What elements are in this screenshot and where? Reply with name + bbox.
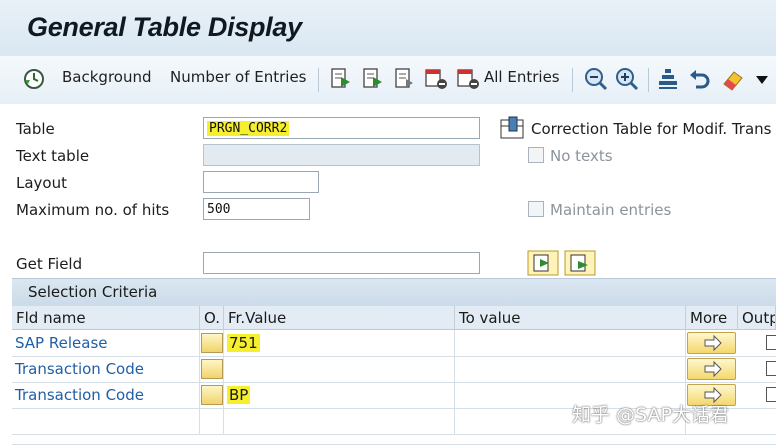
no-texts-label: No texts [550,147,613,165]
title-bar: General Table Display [0,0,776,57]
table-description: Correction Table for Modif. Trans [531,120,772,138]
toolbar-separator [318,68,319,92]
max-hits-input[interactable]: 500 [203,198,310,220]
to-value-cell[interactable] [455,330,686,356]
more-arrow-button[interactable] [687,358,736,380]
column-header-to-value[interactable]: To value [455,306,686,330]
max-hits-value: 500 [207,202,231,217]
table-input[interactable]: PRGN_CORR2 [203,117,480,139]
get-field-label: Get Field [16,255,83,273]
column-header-from-value[interactable]: Fr.Value [224,306,455,330]
table-row: Transaction Code [12,356,776,383]
delete-row-icon[interactable] [424,67,448,91]
text-table-label: Text table [16,147,90,165]
column-header-fld-name[interactable]: Fld name [12,306,200,330]
toolbar: Background Number of Entries All Entries [0,56,776,105]
to-value-cell[interactable] [455,356,686,382]
get-field-input[interactable] [203,252,480,274]
max-hits-label: Maximum no. of hits [16,201,170,219]
execute-page-icon[interactable] [330,67,352,91]
selection-criteria-title: Selection Criteria [28,283,158,301]
from-value-text: 751 [227,334,260,352]
field-list-icon[interactable] [564,250,596,276]
maintain-entries-label: Maintain entries [550,201,672,219]
output-checkbox[interactable] [766,361,776,376]
from-value-text: BP [227,386,251,404]
execute-list-icon[interactable] [362,67,384,91]
background-clock-icon[interactable] [22,67,46,91]
maintain-entries-checkbox [528,201,544,217]
watermark: 知乎 @SAP大话君 [572,404,729,426]
zoom-in-icon[interactable] [614,66,640,92]
text-table-input [203,144,480,166]
stack-icon[interactable] [657,67,679,91]
column-header-option[interactable]: O. [200,306,224,330]
option-selector-button[interactable] [201,333,223,353]
background-button[interactable]: Background [62,68,152,86]
table-input-value: PRGN_CORR2 [207,121,290,136]
more-arrow-icon [704,360,722,378]
select-field-icon[interactable] [527,250,559,276]
selection-criteria-header: Selection Criteria [12,278,776,307]
from-value-cell[interactable]: 751 [224,330,455,356]
output-checkbox[interactable] [766,387,776,402]
zoom-out-icon[interactable] [583,66,609,92]
empty-cell [12,408,200,434]
all-entries-button[interactable]: All Entries [484,68,560,86]
table-structure-icon[interactable] [500,116,526,140]
field-name-link[interactable]: SAP Release [12,330,200,356]
option-selector-button[interactable] [201,385,223,405]
empty-cell [224,408,455,434]
document-icon[interactable] [394,67,416,91]
toolbar-separator [572,68,573,92]
number-of-entries-button[interactable]: Number of Entries [170,68,307,86]
more-options-chevron-down-icon[interactable] [754,74,770,86]
from-value-cell[interactable]: BP [224,382,455,408]
option-selector-button[interactable] [201,359,223,379]
from-value-cell[interactable] [224,356,455,382]
layout-label: Layout [16,174,67,192]
output-checkbox[interactable] [766,335,776,350]
page-title: General Table Display [27,12,302,42]
no-texts-checkbox [528,147,544,163]
more-arrow-button[interactable] [687,332,736,354]
column-header-more[interactable]: More [686,306,738,330]
toolbar-separator [648,68,649,92]
undo-icon[interactable] [688,67,712,91]
more-arrow-icon [704,334,722,352]
table-row: SAP Release 751 [12,330,776,357]
empty-cell [200,408,224,434]
eraser-icon[interactable] [720,66,746,92]
field-name-link[interactable]: Transaction Code [12,356,200,382]
all-entries-icon[interactable] [456,67,480,91]
table-selection-form: Table PRGN_CORR2 Correction Table for Mo… [0,104,776,278]
empty-table-row [12,434,776,445]
table-label: Table [16,120,55,138]
column-header-output[interactable]: Outp [738,306,776,330]
layout-input[interactable] [203,171,319,193]
field-name-link[interactable]: Transaction Code [12,382,200,408]
